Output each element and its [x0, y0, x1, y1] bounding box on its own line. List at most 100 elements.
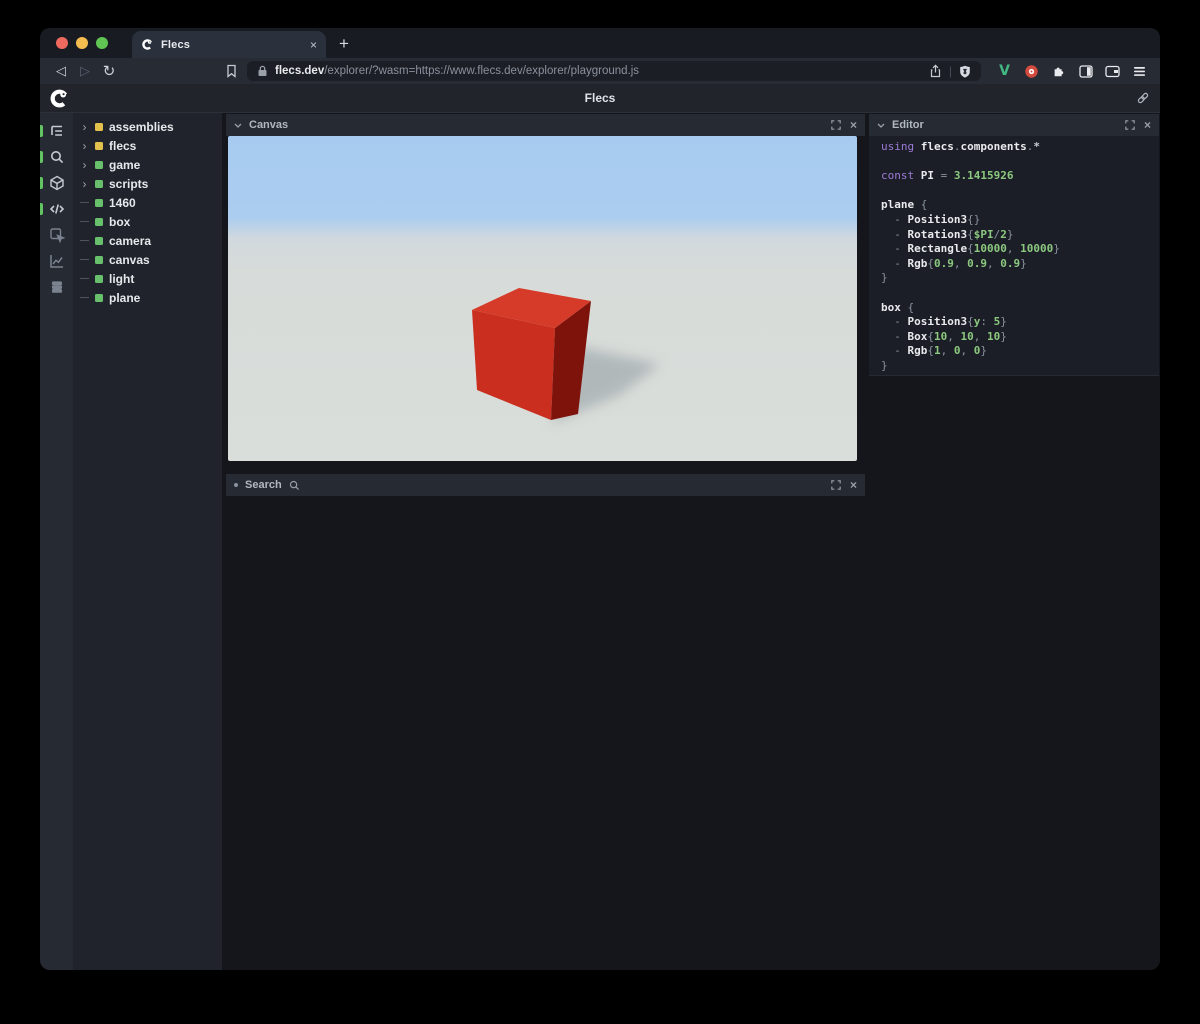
forward-icon: ▷	[73, 63, 97, 79]
entity-color-square	[95, 218, 103, 226]
rows-icon	[49, 279, 65, 295]
url-domain: flecs.dev	[275, 65, 324, 77]
app-header: Flecs	[40, 84, 1160, 113]
code-icon-slot[interactable]	[40, 196, 73, 222]
reload-icon[interactable]: ↻	[97, 62, 121, 80]
tree-item-label: box	[109, 215, 130, 229]
rows-icon-slot[interactable]	[40, 274, 73, 300]
back-icon[interactable]: ◁	[49, 63, 73, 79]
3d-viewport[interactable]	[228, 136, 857, 461]
extension-red-icon[interactable]	[1020, 64, 1043, 79]
leaf-dash-icon	[80, 240, 89, 242]
close-icon[interactable]: ×	[850, 479, 857, 491]
chevron-right-icon[interactable]: ›	[80, 140, 89, 152]
tree-item-label: scripts	[109, 177, 148, 191]
lock-icon	[257, 65, 268, 77]
tree-item-plane[interactable]: plane	[73, 288, 222, 307]
bookmark-icon[interactable]	[219, 64, 243, 78]
tree-item-scripts[interactable]: › scripts	[73, 174, 222, 193]
url-bar[interactable]: flecs.dev/explorer/?wasm=https://www.fle…	[247, 61, 981, 81]
code-line: plane {	[881, 198, 1159, 213]
leaf-dash-icon	[80, 297, 89, 299]
code-line: }	[881, 359, 1159, 374]
minimize-window-button[interactable]	[76, 37, 88, 49]
editor-panel-header[interactable]: Editor ×	[869, 114, 1159, 136]
fullscreen-icon[interactable]	[831, 120, 841, 130]
tree-item-game[interactable]: › game	[73, 155, 222, 174]
tree-item-label: canvas	[109, 253, 150, 267]
sidebar-panel-icon[interactable]	[1074, 65, 1097, 78]
tree-item-flecs[interactable]: ›flecs	[73, 136, 222, 155]
search-icon	[289, 480, 300, 491]
search-icon-slot[interactable]	[40, 144, 73, 170]
chevron-right-icon[interactable]: ›	[80, 178, 89, 190]
entity-color-square	[95, 123, 103, 131]
tree-item-1460[interactable]: 1460	[73, 193, 222, 212]
close-window-button[interactable]	[56, 37, 68, 49]
canvas-panel-header[interactable]: Canvas ×	[226, 114, 865, 136]
active-indicator	[40, 151, 43, 163]
tree-item-label: assemblies	[109, 120, 174, 134]
url-text: flecs.dev/explorer/?wasm=https://www.fle…	[275, 65, 922, 77]
canvas-panel-title: Canvas	[249, 119, 288, 131]
fullscreen-icon[interactable]	[1125, 120, 1135, 130]
entity-color-square	[95, 256, 103, 264]
entity-color-square	[95, 199, 103, 207]
menu-icon[interactable]	[1128, 66, 1151, 77]
vue-devtools-icon[interactable]: V	[993, 63, 1016, 79]
app-content: ›assemblies›flecs›game›scripts1460boxcam…	[40, 113, 1160, 970]
close-icon[interactable]: ×	[850, 119, 857, 131]
tree-item-box[interactable]: box	[73, 212, 222, 231]
new-tab-button[interactable]: +	[339, 34, 349, 54]
code-line: using flecs.components.*	[881, 140, 1159, 155]
browser-toolbar: ◁ ▷ ↻ flecs.dev/explorer/?wasm=https://w…	[40, 58, 1160, 84]
wallet-icon[interactable]	[1101, 65, 1124, 78]
extensions-puzzle-icon[interactable]	[1047, 64, 1070, 78]
tree-item-label: camera	[109, 234, 151, 248]
fullscreen-icon[interactable]	[831, 480, 841, 490]
active-indicator	[40, 125, 43, 137]
chart-icon-slot[interactable]	[40, 248, 73, 274]
chevron-down-icon[interactable]	[877, 123, 885, 128]
code-line: - Rgb{0.9, 0.9, 0.9}	[881, 257, 1159, 272]
tree-item-camera[interactable]: camera	[73, 231, 222, 250]
editor-panel-title: Editor	[892, 119, 924, 131]
tree-item-canvas[interactable]: canvas	[73, 250, 222, 269]
leaf-dash-icon	[80, 202, 89, 204]
close-icon[interactable]: ×	[1144, 119, 1151, 131]
zoom-window-button[interactable]	[96, 37, 108, 49]
active-indicator	[40, 177, 43, 189]
code-line: - Position3{}	[881, 213, 1159, 228]
tree-item-label: game	[109, 158, 140, 172]
tree-item-label: plane	[109, 291, 140, 305]
share-link-icon[interactable]	[1136, 91, 1150, 105]
chevron-right-icon[interactable]: ›	[80, 121, 89, 133]
shield-icon[interactable]	[959, 65, 971, 78]
code-line: - Box{10, 10, 10}	[881, 330, 1159, 345]
active-indicator	[40, 203, 43, 215]
chevron-down-icon[interactable]	[234, 123, 242, 128]
inspect-icon-slot[interactable]	[40, 222, 73, 248]
tree-item-assemblies[interactable]: › assemblies	[73, 117, 222, 136]
collapsed-indicator-dot[interactable]	[234, 483, 238, 487]
chevron-right-icon[interactable]: ›	[80, 159, 89, 171]
search-panel-title: Search	[245, 479, 282, 491]
code-line	[881, 184, 1159, 199]
browser-action-icons: V	[993, 63, 1151, 79]
leaf-dash-icon	[80, 259, 89, 261]
code-editor[interactable]: using flecs.components.* const PI = 3.14…	[869, 136, 1159, 376]
code-line	[881, 286, 1159, 301]
share-icon[interactable]	[929, 64, 942, 78]
tree-icon-slot[interactable]	[40, 118, 73, 144]
search-panel-header[interactable]: Search ×	[226, 474, 865, 496]
cube-icon	[49, 175, 65, 191]
leaf-dash-icon	[80, 221, 89, 223]
tree-item-light[interactable]: light	[73, 269, 222, 288]
tab-close-icon[interactable]: ×	[310, 39, 317, 51]
browser-tab-flecs[interactable]: Flecs ×	[132, 31, 326, 58]
code-line	[881, 155, 1159, 170]
traffic-lights	[56, 37, 108, 49]
code-icon	[49, 201, 65, 217]
cube-icon-slot[interactable]	[40, 170, 73, 196]
tree-item-label: light	[109, 272, 134, 286]
